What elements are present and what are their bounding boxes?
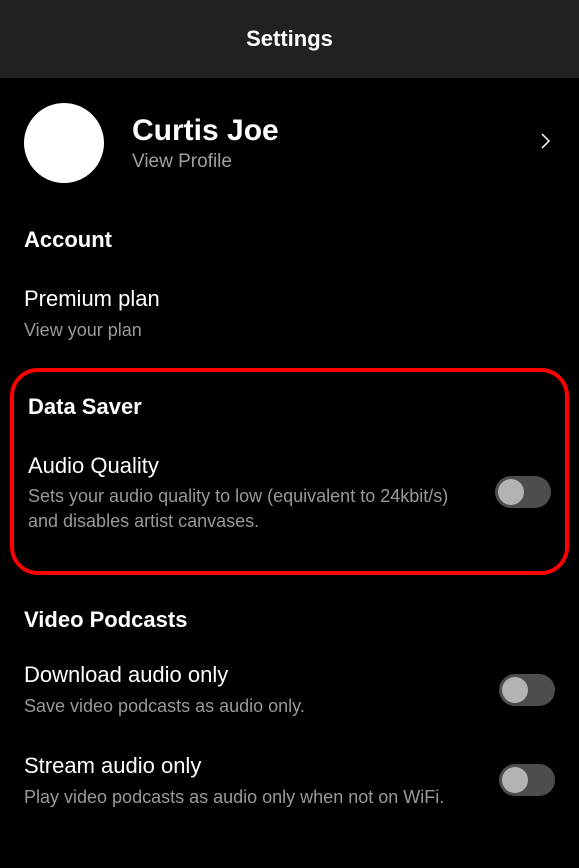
- profile-name: Curtis Joe: [132, 113, 541, 149]
- toggle-knob: [502, 767, 528, 793]
- setting-title: Premium plan: [24, 285, 555, 314]
- setting-title: Stream audio only: [24, 752, 483, 781]
- setting-premium-plan[interactable]: Premium plan View your plan: [0, 265, 579, 360]
- setting-title: Download audio only: [24, 661, 483, 690]
- section-header-data-saver: Data Saver: [14, 378, 565, 428]
- highlight-data-saver: Data Saver Audio Quality Sets your audio…: [10, 368, 569, 575]
- profile-row[interactable]: Curtis Joe View Profile: [0, 78, 579, 207]
- setting-text: Stream audio only Play video podcasts as…: [24, 752, 483, 809]
- header-bar: Settings: [0, 0, 579, 78]
- avatar: [24, 103, 104, 183]
- setting-text: Audio Quality Sets your audio quality to…: [28, 452, 479, 533]
- section-header-account: Account: [0, 207, 579, 265]
- setting-desc: View your plan: [24, 318, 555, 342]
- setting-row: Download audio only Save video podcasts …: [24, 661, 555, 718]
- setting-text: Download audio only Save video podcasts …: [24, 661, 483, 718]
- toggle-audio-quality[interactable]: [495, 476, 551, 508]
- profile-text: Curtis Joe View Profile: [132, 113, 541, 173]
- settings-content: Curtis Joe View Profile Account Premium …: [0, 78, 579, 827]
- setting-title: Audio Quality: [28, 452, 479, 481]
- toggle-stream-audio-only[interactable]: [499, 764, 555, 796]
- toggle-knob: [502, 677, 528, 703]
- toggle-knob: [498, 479, 524, 505]
- page-title: Settings: [246, 26, 333, 52]
- chevron-right-icon: [541, 133, 551, 154]
- section-header-video-podcasts: Video Podcasts: [0, 587, 579, 645]
- setting-desc: Save video podcasts as audio only.: [24, 694, 483, 718]
- setting-stream-audio-only: Stream audio only Play video podcasts as…: [0, 736, 579, 827]
- toggle-download-audio-only[interactable]: [499, 674, 555, 706]
- setting-row: Stream audio only Play video podcasts as…: [24, 752, 555, 809]
- profile-sub: View Profile: [132, 151, 541, 173]
- setting-desc: Sets your audio quality to low (equivale…: [28, 484, 479, 533]
- setting-download-audio-only: Download audio only Save video podcasts …: [0, 645, 579, 736]
- setting-desc: Play video podcasts as audio only when n…: [24, 785, 483, 809]
- setting-audio-quality: Audio Quality Sets your audio quality to…: [14, 428, 565, 551]
- setting-row: Audio Quality Sets your audio quality to…: [28, 452, 551, 533]
